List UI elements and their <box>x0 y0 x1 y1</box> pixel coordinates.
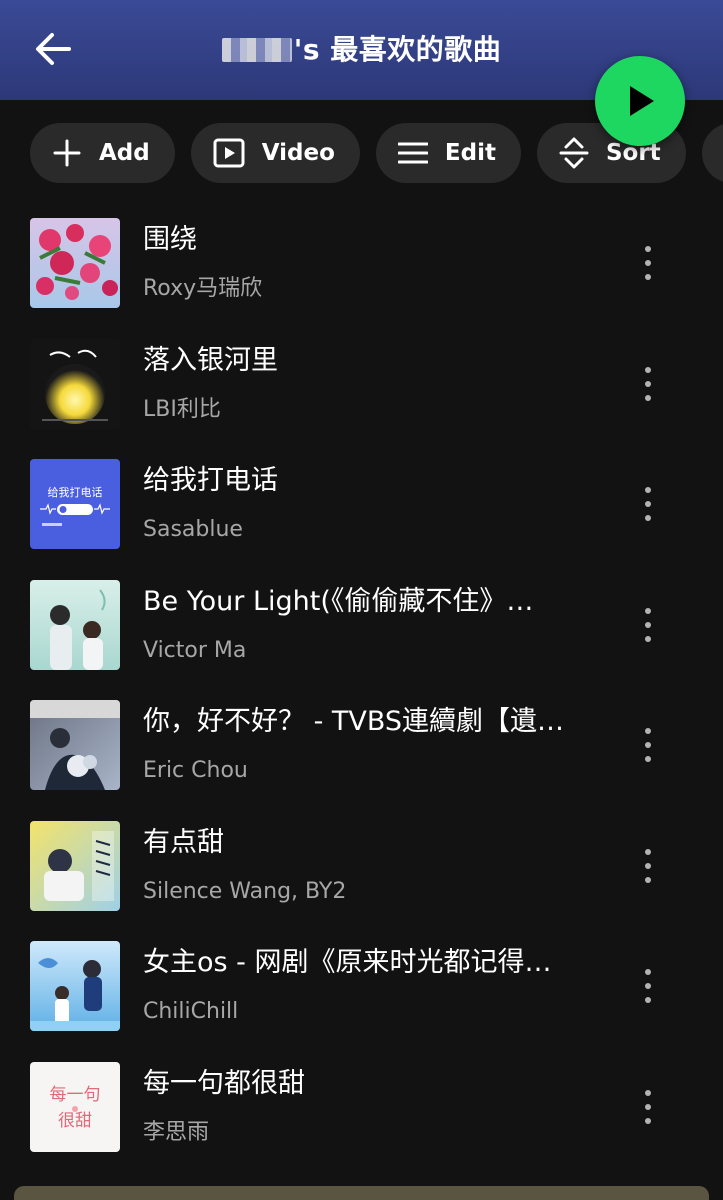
cover-text-bottom: 很甜 <box>58 1111 92 1131</box>
play-button[interactable] <box>595 56 685 146</box>
song-row[interactable]: 女主os - 网剧《原来时光都记得… ChiliChill <box>0 921 723 1042</box>
more-options-button[interactable] <box>628 841 668 891</box>
album-cover <box>30 941 120 1031</box>
more-options-button[interactable] <box>628 479 668 529</box>
song-title: 女主os - 网剧《原来时光都记得… <box>143 947 552 978</box>
page-title: 's 最喜欢的歌曲 <box>0 28 723 68</box>
play-icon <box>630 86 654 116</box>
song-title: 给我打电话 <box>143 465 278 496</box>
song-title: Be Your Light(《偷偷藏不住》… <box>143 585 534 617</box>
album-cover <box>30 338 120 429</box>
album-cover <box>30 820 120 911</box>
song-row[interactable]: 落入银河里 LBI利比 <box>0 319 723 440</box>
more-vertical-icon <box>645 487 651 521</box>
more-options-button[interactable] <box>628 720 668 770</box>
more-vertical-icon <box>645 246 651 280</box>
more-options-button[interactable] <box>628 1082 668 1132</box>
video-play-icon <box>213 138 245 168</box>
more-chip-button[interactable] <box>701 123 723 183</box>
more-vertical-icon <box>645 969 651 1003</box>
more-options-button[interactable] <box>628 600 668 650</box>
song-list: 围绕 Roxy马瑞欣 落入银河里 LBI利比 给我打电话 给我打电话 Sasab… <box>0 198 723 1162</box>
plus-icon <box>53 139 81 167</box>
song-title: 有点甜 <box>143 826 224 858</box>
song-title: 围绕 <box>143 224 197 255</box>
album-cover: 给我打电话 <box>30 459 120 549</box>
song-title: 你，好不好？ - TVBS連續劇【遺… <box>143 706 565 737</box>
song-artist: LBI利比 <box>143 396 221 422</box>
more-vertical-icon <box>645 366 651 401</box>
playlist-screen: 's 最喜欢的歌曲 Add Video Edit Sort 围绕 Roxy马瑞欣… <box>0 0 723 1200</box>
edit-label: Edit <box>444 140 496 166</box>
song-row[interactable]: 每一句 很甜 每一句都很甜 李思雨 <box>0 1042 723 1163</box>
more-options-button[interactable] <box>628 359 668 409</box>
song-artist: Victor Ma <box>143 637 247 663</box>
song-artist: Sasablue <box>143 517 243 542</box>
song-title: 每一句都很甜 <box>143 1067 305 1099</box>
song-title: 落入银河里 <box>143 344 278 376</box>
more-options-button[interactable] <box>628 238 668 288</box>
more-vertical-icon <box>645 848 651 883</box>
more-vertical-icon <box>645 728 651 762</box>
add-label: Add <box>99 140 150 166</box>
more-vertical-icon <box>645 1089 651 1124</box>
sort-icon <box>559 137 589 169</box>
album-cover: 每一句 很甜 <box>30 1061 120 1152</box>
more-vertical-icon <box>645 607 651 642</box>
song-artist: Eric Chou <box>143 758 248 783</box>
album-cover <box>30 218 120 308</box>
song-row[interactable]: 围绕 Roxy马瑞欣 <box>0 198 723 319</box>
song-row[interactable]: Be Your Light(《偷偷藏不住》… Victor Ma <box>0 560 723 681</box>
song-artist: Roxy马瑞欣 <box>143 276 263 301</box>
album-cover <box>30 579 120 670</box>
cover-text-top: 每一句 <box>50 1085 101 1105</box>
song-artist: ChiliChill <box>143 999 239 1024</box>
more-options-button[interactable] <box>628 961 668 1011</box>
video-button[interactable]: Video <box>190 123 360 183</box>
video-label: Video <box>261 140 335 166</box>
cover-text: 给我打电话 <box>48 485 103 499</box>
add-button[interactable]: Add <box>30 123 175 183</box>
redacted-username <box>221 38 292 62</box>
mini-player-peek[interactable] <box>14 1186 709 1200</box>
edit-button[interactable]: Edit <box>375 123 521 183</box>
song-row[interactable]: 你，好不好？ - TVBS連續劇【遺… Eric Chou <box>0 680 723 801</box>
song-artist: 李思雨 <box>143 1119 210 1145</box>
song-row[interactable]: 给我打电话 给我打电话 Sasablue <box>0 439 723 560</box>
song-row[interactable]: 有点甜 Silence Wang, BY2 <box>0 801 723 922</box>
song-artist: Silence Wang, BY2 <box>143 878 347 904</box>
album-cover <box>30 700 120 790</box>
menu-lines-icon <box>397 142 428 164</box>
